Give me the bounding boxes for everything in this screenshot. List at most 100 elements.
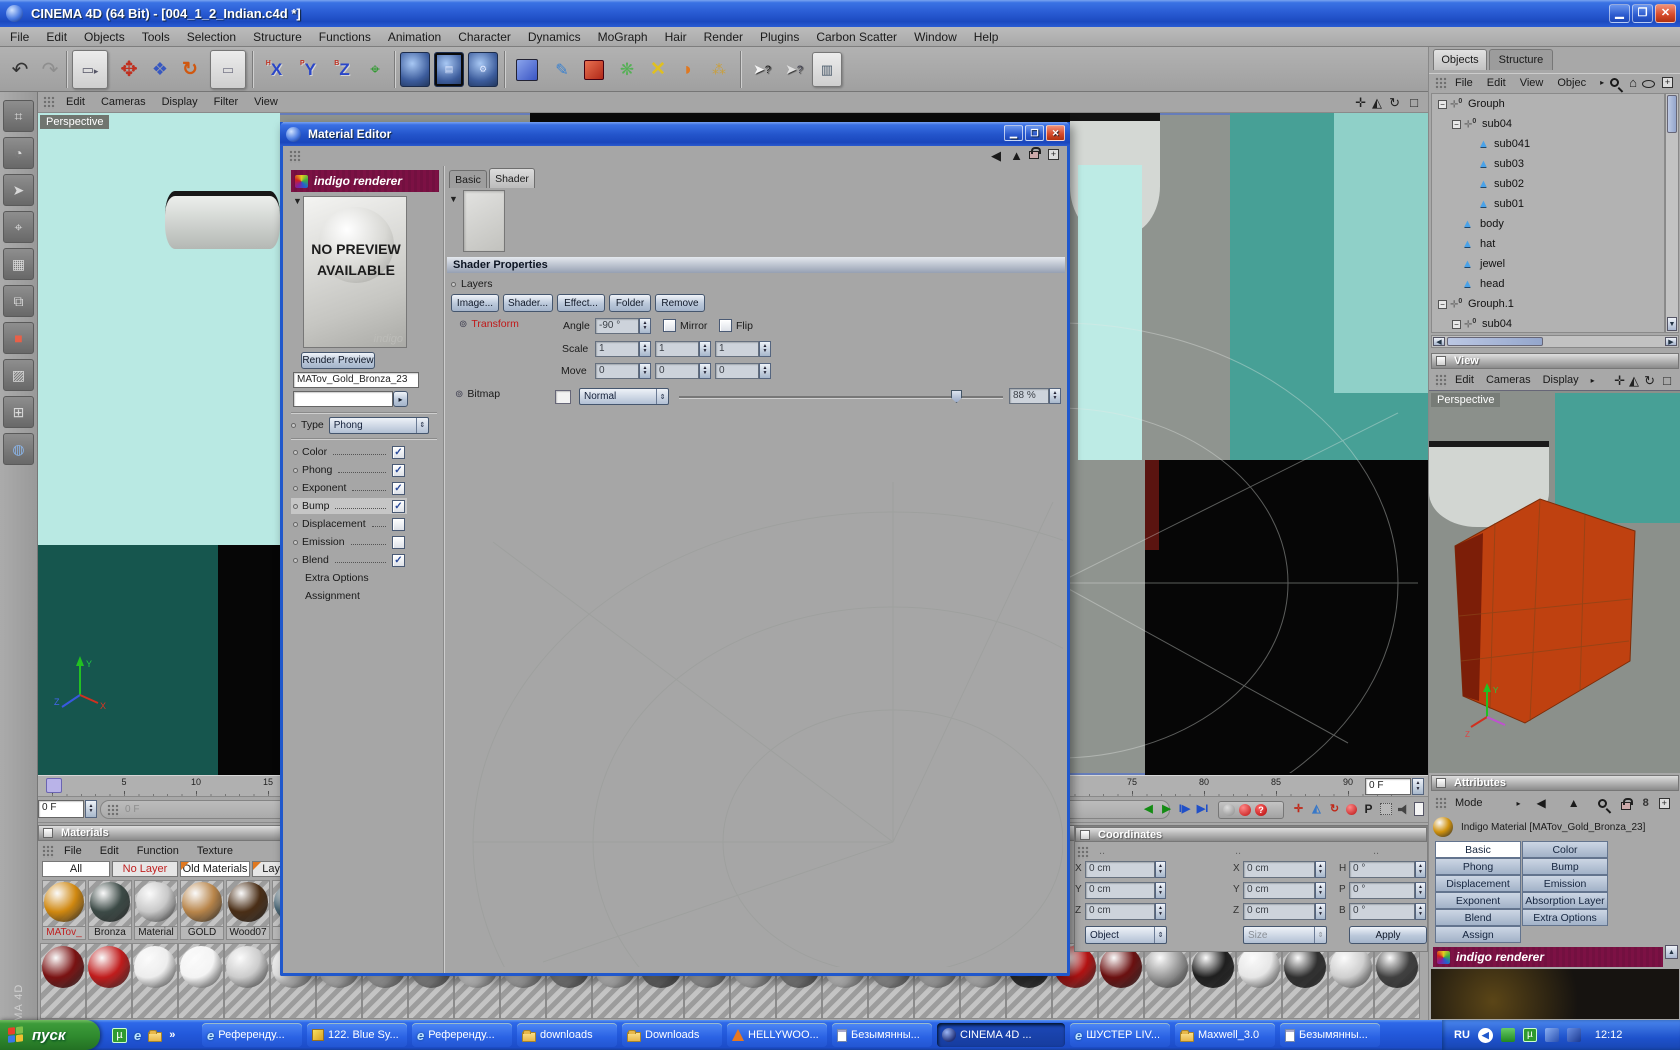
coord-field[interactable]: 0 cm (1085, 882, 1155, 899)
add-layer-icon[interactable]: + (1662, 77, 1673, 88)
minimize-button[interactable]: ▁ (1609, 4, 1630, 23)
channel-checkbox[interactable] (392, 536, 405, 549)
menu-item[interactable]: Help (974, 30, 999, 44)
menu-overflow-icon[interactable]: ▸ (1600, 78, 1604, 87)
quick-launch-overflow[interactable]: » (169, 1029, 175, 1041)
lock-x-axis-icon[interactable]: HX (258, 52, 290, 87)
panel-grip[interactable] (1077, 846, 1089, 859)
tree-label[interactable]: sub03 (1494, 158, 1524, 170)
parent-object-icon[interactable]: ▲ (1568, 796, 1580, 810)
new-manager-icon[interactable]: + (1048, 149, 1059, 160)
collapse-icon[interactable]: − (1438, 300, 1447, 309)
rotate-tool-icon[interactable]: ↻ (176, 52, 204, 87)
cursor-help-icon[interactable]: ➤? (748, 52, 776, 87)
language-indicator[interactable]: RU (1454, 1029, 1470, 1041)
material-swatch[interactable] (178, 943, 224, 1019)
dialog-maximize-button[interactable]: ❐ (1025, 125, 1044, 141)
folder-icon[interactable] (148, 1032, 162, 1042)
layer-browser-icon[interactable] (1414, 802, 1424, 816)
view-zoom-icon[interactable]: ◭ (1372, 96, 1382, 109)
menu-item[interactable]: Carbon Scatter (816, 30, 897, 44)
scroll-left-icon[interactable]: ◀ (1433, 337, 1445, 346)
record-position-icon[interactable]: ✛ (1290, 801, 1307, 819)
menu-item[interactable]: Character (458, 30, 511, 44)
lock-z-axis-icon[interactable]: BZ (326, 52, 358, 87)
tree-vscrollbar[interactable]: ▼ (1665, 93, 1679, 333)
channel-checkbox[interactable]: ✓ (392, 554, 405, 567)
tree-row[interactable]: ▲sub02 (1432, 174, 1664, 194)
add-deformer-icon[interactable] (578, 52, 610, 87)
channel-row-color[interactable]: Color✓ (291, 444, 407, 460)
tree-row[interactable]: ▲sub01 (1432, 194, 1664, 214)
tab-structure[interactable]: Structure (1489, 49, 1553, 70)
eye-icon[interactable] (1642, 80, 1655, 88)
menu-item[interactable]: Edit (46, 30, 67, 44)
folder-button[interactable]: Folder (609, 294, 651, 312)
lock-y-axis-icon[interactable]: PY (292, 52, 324, 87)
tree-row[interactable]: −✛0sub04 (1432, 314, 1664, 333)
frame-number-field[interactable]: 0 F (1365, 778, 1411, 795)
attr-tab-extra-options[interactable]: Extra Options (1522, 909, 1608, 926)
menu-item[interactable]: MoGraph (598, 30, 648, 44)
mirror-checkbox[interactable] (663, 319, 676, 332)
channel-checkbox[interactable]: ✓ (392, 446, 405, 459)
coordinate-mode-dropdown[interactable]: Object⇕ (1085, 926, 1167, 944)
autokey-help-icon[interactable]: ? (1255, 804, 1267, 816)
material-name-field[interactable]: MATov_Gold_Bronza_23 (293, 372, 419, 388)
coord-stepper[interactable]: ▲▼ (1315, 861, 1326, 878)
strength-slider-handle[interactable] (951, 390, 962, 403)
ie-icon[interactable]: e (134, 1028, 141, 1043)
panel-grip[interactable] (42, 845, 54, 858)
move-z-field[interactable]: 0 (715, 363, 759, 379)
tree-row[interactable]: ▲body (1432, 214, 1664, 234)
coordinate-system-icon[interactable]: ⌖ (360, 52, 390, 87)
channel-checkbox[interactable]: ✓ (392, 482, 405, 495)
material-swatch[interactable] (1374, 943, 1420, 1019)
history-back-icon[interactable]: ◀ (1537, 796, 1546, 810)
cursor-question-icon[interactable]: ➤? (780, 52, 808, 87)
add-cube-icon[interactable] (510, 52, 544, 87)
tree-label[interactable]: Grouph.1 (1468, 298, 1514, 310)
material-swatch[interactable] (1190, 943, 1236, 1019)
play-forward-icon[interactable]: ▶ (1158, 801, 1175, 819)
type-dropdown[interactable]: Phong⇕ (329, 417, 429, 434)
material-swatch[interactable] (1098, 943, 1144, 1019)
panel-grip[interactable] (1435, 374, 1447, 387)
coord-stepper[interactable]: ▲▼ (1415, 882, 1426, 899)
collapse-icon[interactable]: − (1438, 100, 1447, 109)
panel-pin-icon[interactable] (1436, 356, 1446, 366)
materials-tab-old-materials[interactable]: Old Materials (180, 861, 250, 877)
attr-tab-absorption-layer[interactable]: Absorption Layer (1522, 892, 1608, 909)
last-tool-icon[interactable]: ▭ (210, 50, 246, 89)
material-swatch[interactable]: Material (134, 880, 178, 940)
texture-path-field[interactable] (293, 391, 393, 407)
view-menu-item[interactable]: Display (1543, 374, 1579, 386)
tree-label[interactable]: sub04 (1482, 118, 1512, 130)
material-swatch[interactable] (86, 943, 132, 1019)
viewport-menu-item[interactable]: Filter (214, 96, 238, 108)
bitmap-color-swatch[interactable] (555, 390, 571, 404)
channel-enable-icon[interactable]: ⊚ (459, 319, 467, 330)
image-button[interactable]: Image... (451, 294, 499, 312)
attributes-header[interactable]: Attributes (1431, 775, 1679, 791)
menu-item[interactable]: Dynamics (528, 30, 581, 44)
add-array-icon[interactable]: ❋ (612, 52, 642, 87)
panel-grip[interactable] (43, 96, 55, 109)
maximize-button[interactable]: ❐ (1632, 4, 1653, 23)
record-rotation-icon[interactable]: ↻ (1326, 801, 1343, 819)
menu-overflow-icon[interactable]: ▸ (1517, 799, 1521, 808)
panel-pin-icon[interactable] (1436, 778, 1446, 788)
taskbar-task[interactable]: 122. Blue Sy... (307, 1023, 407, 1047)
attr-tab-blend[interactable]: Blend (1435, 909, 1521, 926)
attr-tab-phong[interactable]: Phong (1435, 858, 1521, 875)
frame-field[interactable]: 0 F (38, 800, 84, 818)
taskbar-task[interactable]: Безымянны... (1280, 1023, 1380, 1047)
taskbar-task[interactable]: downloads (517, 1023, 617, 1047)
frame-field-stepper[interactable]: ▲▼ (85, 800, 97, 818)
search-icon[interactable] (1598, 799, 1607, 808)
attr-tab-displacement[interactable]: Displacement (1435, 875, 1521, 892)
tree-row[interactable]: ▲hat (1432, 234, 1664, 254)
tree-label[interactable]: sub02 (1494, 178, 1524, 190)
scale-stepper[interactable]: ▲▼ (699, 341, 711, 357)
move-stepper[interactable]: ▲▼ (699, 363, 711, 379)
